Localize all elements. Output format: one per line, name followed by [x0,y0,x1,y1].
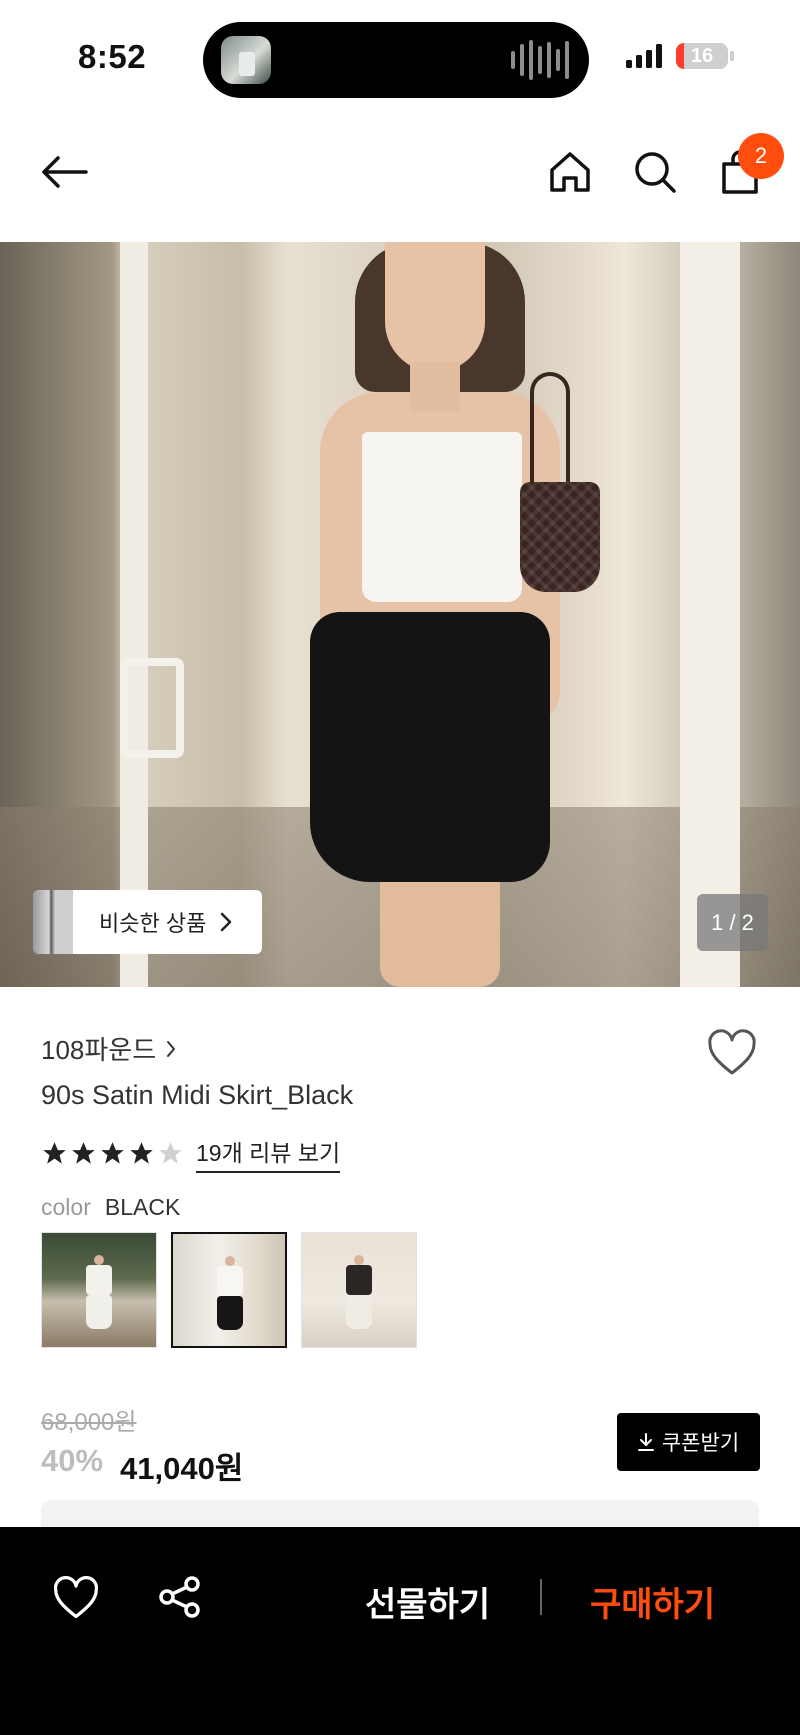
cellular-signal-icon [626,44,662,68]
audio-waveform-icon [511,40,569,80]
heart-icon [708,1029,756,1075]
heart-icon [53,1576,99,1619]
star-rating [41,1140,184,1167]
similar-products-button[interactable]: 비슷한 상품 [33,890,262,954]
star-filled-icon [101,1142,124,1164]
star-filled-icon [43,1142,66,1164]
search-icon [635,152,676,193]
rating-row: 19개 리뷰 보기 [41,1134,341,1173]
color-swatch-option[interactable] [41,1232,157,1348]
home-icon [550,152,590,192]
status-bar: 8:52 16 [0,0,800,110]
share-icon [159,1576,200,1618]
photo-door-frame [680,242,740,987]
arrow-left-icon [42,156,88,188]
bottom-divider [540,1579,542,1615]
similar-products-thumbnail [33,890,73,954]
original-price: 68,000원 [41,1409,137,1436]
product-name: 90s Satin Midi Skirt_Black [41,1080,354,1110]
chevron-right-icon [167,1040,176,1057]
discount-rate: 40% [41,1443,104,1478]
color-row: color BLACK [41,1194,180,1221]
cart-count-badge: 2 [738,133,784,179]
color-swatches [41,1232,417,1348]
color-value: BLACK [104,1194,181,1220]
brand-name: 108파운드 [41,1035,157,1065]
sale-price: 41,040원 [120,1451,244,1486]
similar-products-label: 비슷한 상품 [99,911,207,936]
search-button[interactable] [623,140,687,204]
reviews-link[interactable]: 19개 리뷰 보기 [196,1134,341,1173]
dynamic-island[interactable] [203,22,589,98]
color-swatch-option-selected[interactable] [171,1232,287,1348]
color-label: color [41,1194,91,1220]
color-swatch-option[interactable] [301,1232,417,1348]
download-icon [637,1433,654,1451]
top-navigation [0,140,800,220]
chevron-right-icon [221,912,232,932]
product-image-carousel[interactable]: 비슷한 상품 1 / 2 [0,242,800,987]
battery-cap [730,51,734,61]
wishlist-bottom-button[interactable] [52,1575,100,1623]
battery-icon: 16 [676,43,728,69]
star-empty-icon [159,1142,182,1164]
coupon-label: 쿠폰받기 [661,1432,740,1455]
image-counter: 1 / 2 [697,894,768,951]
gift-button[interactable]: 선물하기 [365,1577,490,1626]
brand-link[interactable]: 108파운드 [41,1030,176,1067]
bottom-action-bar: 선물하기 구매하기 [0,1527,800,1735]
home-button[interactable] [538,140,602,204]
photo-door-handle [120,658,184,758]
wishlist-button[interactable] [706,1028,758,1080]
get-coupon-button[interactable]: 쿠폰받기 [617,1413,760,1471]
now-playing-thumbnail [221,36,271,84]
product-model-photo [300,242,600,987]
photo-door-frame [120,242,148,987]
star-filled-icon [72,1142,95,1164]
info-panel-top [41,1500,759,1530]
star-filled-icon [130,1142,153,1164]
battery-level: 16 [690,45,714,67]
status-time: 8:52 [78,38,147,75]
buy-button[interactable]: 구매하기 [590,1577,715,1626]
back-button[interactable] [32,140,96,204]
share-button[interactable] [158,1575,206,1623]
